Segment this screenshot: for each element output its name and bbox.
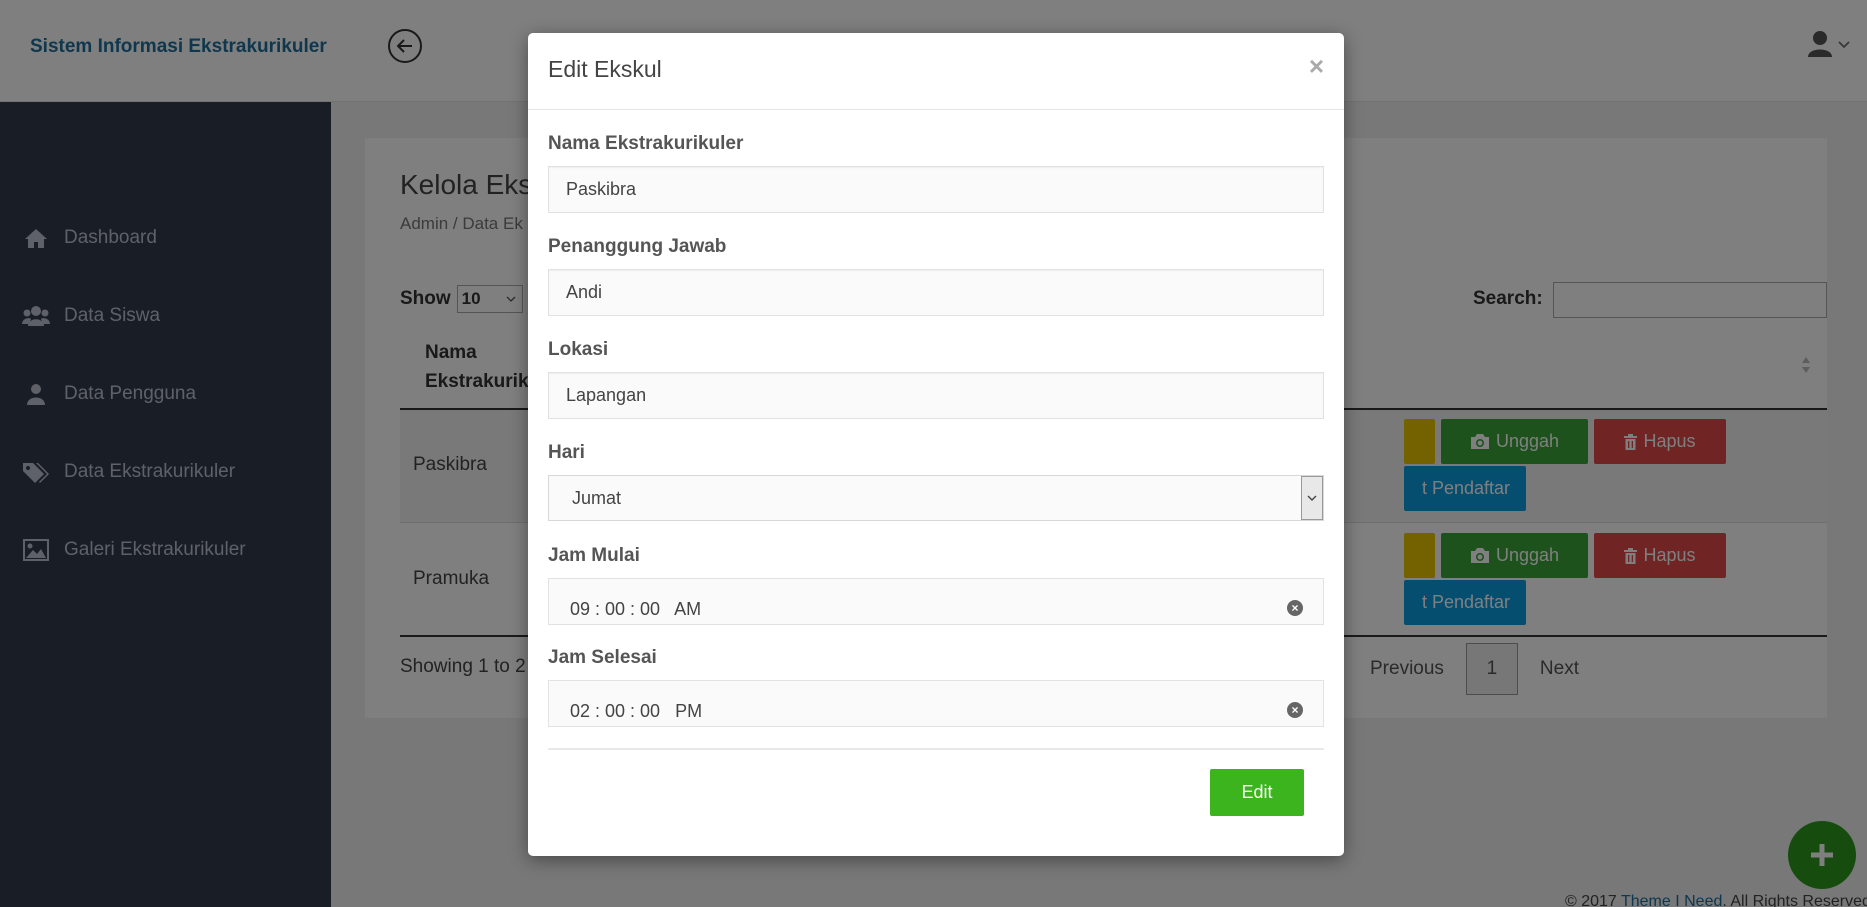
penanggung-jawab-label: Penanggung Jawab [548,236,727,257]
modal-title: Edit Ekskul [548,56,662,82]
jam-mulai-input[interactable]: 09 : 00 : 00 AM × [548,578,1324,625]
lokasi-input[interactable]: Lapangan [548,372,1324,419]
clear-icon[interactable]: × [1287,600,1303,616]
clear-icon[interactable]: × [1287,702,1303,718]
close-icon[interactable]: × [1309,51,1324,82]
nama-ekstrakurikuler-label: Nama Ekstrakurikuler [548,133,744,154]
edit-submit-button[interactable]: Edit [1210,769,1304,816]
jam-selesai-label: Jam Selesai [548,647,657,668]
hari-select-value: Jumat [572,487,622,508]
hari-label: Hari [548,442,585,463]
lokasi-label: Lokasi [548,339,609,360]
jam-mulai-label: Jam Mulai [548,545,640,566]
jam-mulai-value: 09 : 00 : 00 AM [570,599,702,619]
modal-header: Edit Ekskul × [528,33,1344,110]
chevron-down-icon[interactable] [1301,476,1323,520]
jam-selesai-input[interactable]: 02 : 00 : 00 PM × [548,680,1324,727]
nama-ekstrakurikuler-input[interactable]: Paskibra [548,166,1324,213]
edit-ekskul-modal: Edit Ekskul × Nama Ekstrakurikuler Paski… [528,33,1344,856]
hari-select[interactable]: Jumat [548,475,1324,521]
jam-selesai-value: 02 : 00 : 00 PM [570,701,703,721]
penanggung-jawab-input[interactable]: Andi [548,269,1324,316]
modal-divider [548,748,1324,750]
